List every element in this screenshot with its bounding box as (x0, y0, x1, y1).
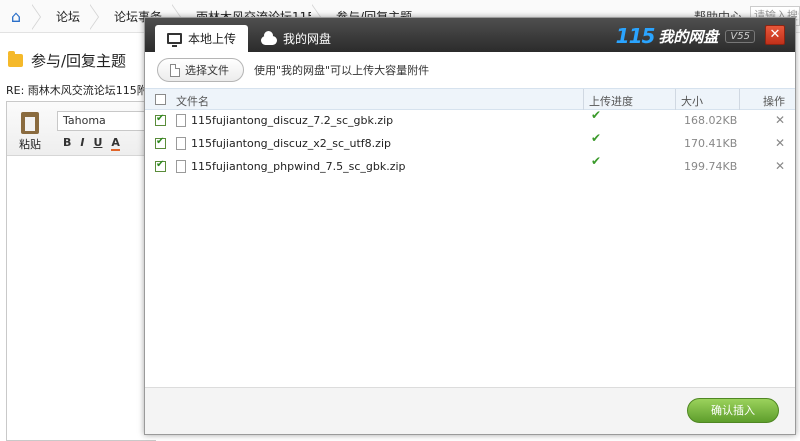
brand-logo: 115 我的网盘 V55 (616, 24, 755, 48)
underline-button[interactable]: U (93, 136, 102, 151)
file-name: 115fujiantong_phpwind_7.5_sc_gbk.zip (191, 160, 406, 173)
delete-icon[interactable]: ✕ (775, 159, 785, 173)
upload-complete-icon: ✔ (591, 131, 602, 145)
tab-local-upload-label: 本地上传 (188, 32, 237, 46)
upload-dialog: 本地上传 我的网盘 115 我的网盘 V55 ✕ 选择文件 使用"我的网盘"可以… (144, 17, 796, 435)
column-size: 大小 (681, 95, 703, 108)
confirm-insert-button[interactable]: 确认插入 (687, 398, 779, 423)
font-select[interactable]: Tahoma (57, 111, 152, 131)
file-size: 170.41KB (684, 137, 738, 150)
file-icon (176, 137, 186, 150)
column-divider (583, 89, 584, 110)
file-checkbox[interactable] (155, 136, 166, 149)
page-title: 参与/回复主题 (8, 50, 126, 71)
cloud-icon (261, 31, 277, 45)
italic-button[interactable]: I (80, 136, 84, 151)
bold-button[interactable]: B (63, 136, 71, 151)
choose-file-button[interactable]: 选择文件 (157, 58, 244, 82)
format-buttons: B I U A (63, 136, 120, 151)
tab-my-cloud-label: 我的网盘 (283, 32, 332, 46)
column-action: 操作 (763, 95, 785, 108)
delete-icon[interactable]: ✕ (775, 113, 785, 127)
version-badge: V55 (725, 29, 755, 43)
tab-my-cloud[interactable]: 我的网盘 (249, 25, 343, 52)
upload-complete-icon: ✔ (591, 108, 602, 122)
file-row: 115fujiantong_discuz_x2_sc_utf8.zip ✔ 17… (145, 131, 795, 156)
folder-icon (8, 51, 23, 67)
page-title-text: 参与/回复主题 (31, 52, 127, 70)
paste-label: 粘贴 (19, 138, 41, 151)
dialog-footer: 确认插入 (145, 387, 795, 434)
dialog-header: 本地上传 我的网盘 115 我的网盘 V55 ✕ (145, 18, 795, 52)
column-filename: 文件名 (176, 95, 209, 108)
file-icon (176, 114, 186, 127)
file-name: 115fujiantong_discuz_x2_sc_utf8.zip (191, 137, 391, 150)
breadcrumb-separator (31, 0, 42, 32)
delete-icon[interactable]: ✕ (775, 136, 785, 150)
file-size: 199.74KB (684, 160, 738, 173)
file-icon (176, 160, 186, 173)
file-row: 115fujiantong_phpwind_7.5_sc_gbk.zip ✔ 1… (145, 154, 795, 179)
home-icon[interactable]: ⌂ (0, 0, 32, 32)
upload-hint: 使用"我的网盘"可以上传大容量附件 (254, 64, 430, 77)
file-icon (170, 63, 180, 77)
monitor-icon (167, 33, 182, 47)
reply-subject: RE: 雨林木风交流论坛115附 (6, 84, 146, 97)
brand-text: 我的网盘 (658, 27, 719, 46)
action-bar: 选择文件 使用"我的网盘"可以上传大容量附件 (145, 52, 795, 88)
file-size: 168.02KB (684, 114, 738, 127)
column-progress: 上传进度 (589, 95, 633, 108)
column-divider (739, 89, 740, 110)
upload-complete-icon: ✔ (591, 154, 602, 168)
file-table-header: 文件名 上传进度 大小 操作 (145, 88, 795, 110)
close-button[interactable]: ✕ (765, 25, 785, 45)
clipboard-icon (21, 112, 39, 134)
select-all-checkbox[interactable] (155, 94, 166, 105)
tab-local-upload[interactable]: 本地上传 (155, 25, 249, 52)
choose-file-label: 选择文件 (185, 64, 229, 77)
file-row: 115fujiantong_discuz_7.2_sc_gbk.zip ✔ 16… (145, 108, 795, 133)
paste-button[interactable]: 粘贴 (15, 112, 45, 152)
breadcrumb-separator (89, 0, 100, 32)
font-color-button[interactable]: A (111, 136, 120, 151)
editor: 粘贴 Tahoma B I U A (6, 101, 156, 441)
breadcrumb-item-forum[interactable]: 论坛 (42, 0, 90, 32)
editor-toolbar: 粘贴 Tahoma B I U A (7, 102, 156, 156)
file-name: 115fujiantong_discuz_7.2_sc_gbk.zip (191, 114, 394, 127)
file-checkbox[interactable] (155, 159, 166, 172)
column-divider (675, 89, 676, 110)
file-checkbox[interactable] (155, 113, 166, 126)
brand-number: 115 (615, 24, 656, 48)
